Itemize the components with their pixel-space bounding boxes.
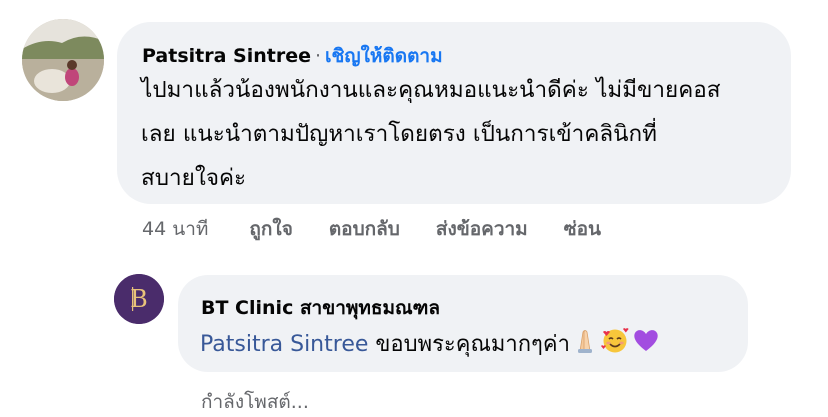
comment-actions: 44 นาที ถูกใจ ตอบกลับ ส่งข้อความ ซ่อน [142, 214, 601, 244]
posting-status: กำลังโพสต์... [201, 391, 309, 413]
comment-text-line: สบายใจค่ะ [141, 165, 247, 191]
comment-text: ไปมาแล้วน้องพนักงานและคุณหมอแนะนำดีค่ะ ไ… [141, 68, 781, 200]
reply-avatar[interactable]: B [114, 274, 164, 324]
separator-dot: · [314, 45, 322, 67]
profile-photo [22, 19, 104, 101]
purple-heart-icon [631, 326, 661, 364]
reply-message: ขอบพระคุณมากๆค่า [368, 332, 570, 357]
comment-author-name[interactable]: Patsitra Sintree [142, 45, 311, 67]
comment-text-line: เลย แนะนำตามปัญหาเราโดยตรง เป็นการเข้าคล… [141, 121, 657, 147]
mention-link[interactable]: Patsitra Sintree [200, 332, 368, 357]
folded-hands-icon [571, 326, 599, 364]
clinic-logo: B [114, 274, 164, 324]
comment-author-row: Patsitra Sintree · เชิญให้ติดตาม [142, 41, 443, 71]
smiling-face-with-hearts-icon [600, 326, 630, 364]
reply-text: Patsitra Sintree ขอบพระคุณมากๆค่า [200, 326, 661, 364]
commenter-avatar[interactable] [22, 19, 104, 101]
comment-timestamp[interactable]: 44 นาที [142, 214, 208, 244]
reply-button[interactable]: ตอบกลับ [329, 214, 400, 244]
reply-author-name[interactable]: BT Clinic สาขาพุทธมณฑล [201, 293, 440, 323]
comment-text-line: ไปมาแล้วน้องพนักงานและคุณหมอแนะนำดีค่ะ ไ… [141, 77, 721, 103]
invite-follow-link[interactable]: เชิญให้ติดตาม [325, 45, 443, 67]
send-message-button[interactable]: ส่งข้อความ [436, 214, 528, 244]
like-button[interactable]: ถูกใจ [249, 214, 292, 244]
hide-button[interactable]: ซ่อน [564, 214, 601, 244]
